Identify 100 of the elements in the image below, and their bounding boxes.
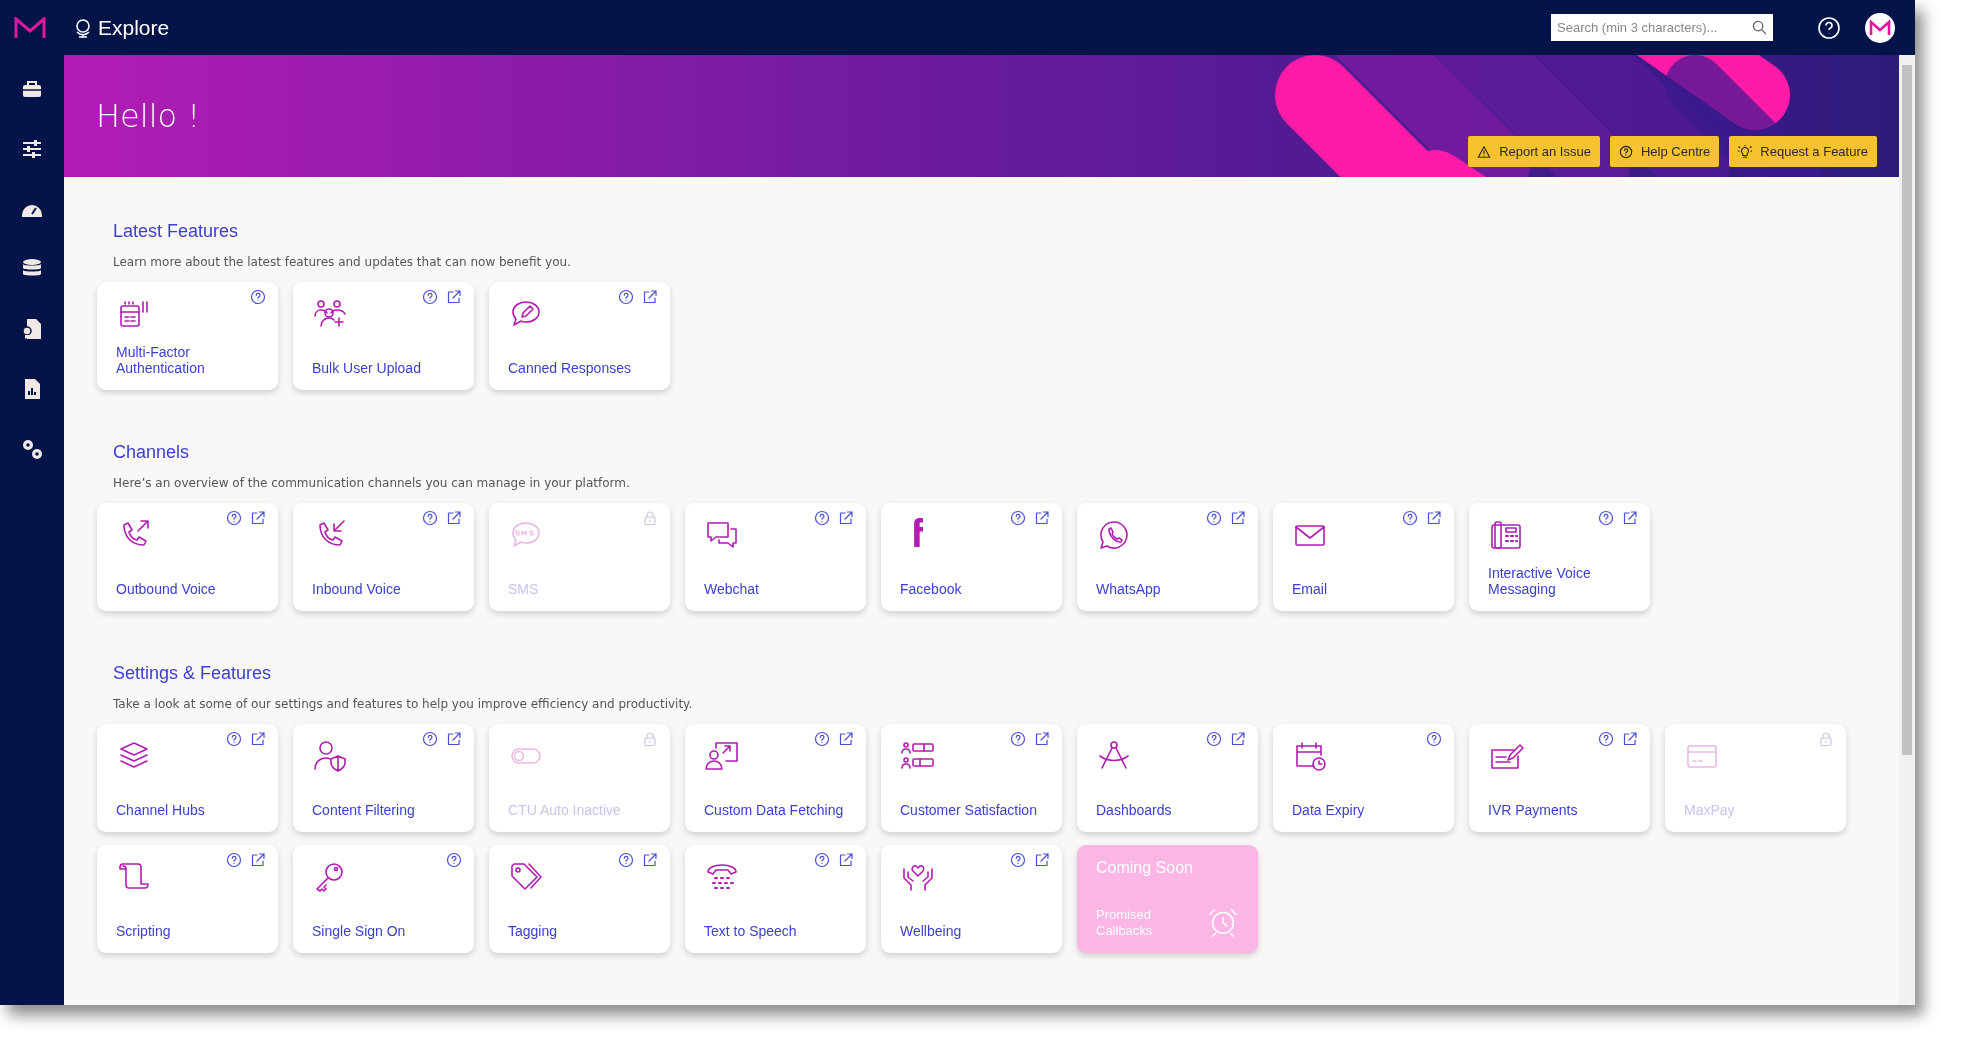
- external-link-icon[interactable]: [250, 731, 266, 747]
- feature-card[interactable]: IVR Payments: [1469, 724, 1650, 832]
- help-icon[interactable]: [1010, 852, 1026, 868]
- external-link-icon[interactable]: [838, 852, 854, 868]
- feature-card[interactable]: Multi-Factor Authentication: [97, 282, 278, 390]
- help-icon[interactable]: [226, 510, 242, 526]
- feature-label: Multi-Factor Authentication: [116, 344, 206, 376]
- banner-button[interactable]: Help Centre: [1609, 136, 1720, 167]
- external-link-icon[interactable]: [838, 510, 854, 526]
- feature-card[interactable]: Content Filtering: [293, 724, 474, 832]
- feature-card[interactable]: Tagging: [489, 845, 670, 953]
- feature-label: Dashboards: [1096, 802, 1173, 818]
- user-shield-icon: [312, 738, 348, 774]
- warning-icon: [1477, 144, 1492, 159]
- feature-card[interactable]: Text to Speech: [685, 845, 866, 953]
- external-link-icon[interactable]: [1622, 510, 1638, 526]
- feature-card[interactable]: WhatsApp: [1077, 503, 1258, 611]
- feature-label: Customer Satisfaction: [900, 802, 1038, 818]
- external-link-icon[interactable]: [1230, 510, 1246, 526]
- external-link-icon[interactable]: [1426, 510, 1442, 526]
- external-link-icon[interactable]: [1034, 852, 1050, 868]
- feature-card[interactable]: Scripting: [97, 845, 278, 953]
- feature-label: Text to Speech: [704, 923, 798, 939]
- help-icon[interactable]: [814, 731, 830, 747]
- feature-card[interactable]: Email: [1273, 503, 1454, 611]
- help-icon[interactable]: [1206, 731, 1222, 747]
- help-icon[interactable]: [1426, 731, 1442, 747]
- feature-card[interactable]: Wellbeing: [881, 845, 1062, 953]
- section-description: Take a look at some of our settings and features to help you improve efficiency and productivity.: [113, 697, 694, 711]
- external-link-icon[interactable]: [446, 731, 462, 747]
- section-description: Learn more about the latest features and updates that can now benefit you.: [113, 255, 572, 269]
- feature-label: Outbound Voice: [116, 581, 217, 597]
- section-title: Settings & Features: [113, 663, 273, 684]
- scrollbar[interactable]: [1899, 55, 1915, 1005]
- external-link-icon[interactable]: [838, 731, 854, 747]
- feature-card[interactable]: Custom Data Fetching: [685, 724, 866, 832]
- feature-card[interactable]: Channel Hubs: [97, 724, 278, 832]
- help-icon: [1618, 144, 1633, 159]
- external-link-icon[interactable]: [642, 289, 658, 305]
- external-link-icon[interactable]: [1034, 731, 1050, 747]
- feature-card[interactable]: Webchat: [685, 503, 866, 611]
- search-icon: [1752, 20, 1767, 35]
- help-icon[interactable]: [1010, 510, 1026, 526]
- feature-label: Inbound Voice: [312, 581, 402, 597]
- lightbulb-icon: [1738, 144, 1753, 159]
- feature-label: Single Sign On: [312, 923, 407, 939]
- feature-card[interactable]: Outbound Voice: [97, 503, 278, 611]
- feature-label: Promised Callbacks: [1096, 907, 1154, 939]
- coming-soon-label: Coming Soon: [1096, 859, 1194, 877]
- help-icon[interactable]: [226, 852, 242, 868]
- logo-icon[interactable]: [14, 16, 46, 39]
- feature-card[interactable]: Interactive Voice Messaging: [1469, 503, 1650, 611]
- help-icon[interactable]: [814, 510, 830, 526]
- help-icon[interactable]: [422, 289, 438, 305]
- feature-label: Tagging: [508, 923, 559, 939]
- facebook-icon: [911, 517, 925, 547]
- help-icon[interactable]: [1402, 510, 1418, 526]
- feature-label: Bulk User Upload: [312, 360, 422, 376]
- help-icon[interactable]: [422, 731, 438, 747]
- sliders-icon[interactable]: [20, 137, 44, 161]
- feature-card[interactable]: Inbound Voice: [293, 503, 474, 611]
- feature-card[interactable]: Canned Responses: [489, 282, 670, 390]
- banner-button[interactable]: Request a Feature: [1729, 136, 1877, 167]
- feature-label: SMS: [508, 581, 540, 597]
- help-icon[interactable]: [814, 852, 830, 868]
- avatar-icon[interactable]: [1865, 12, 1895, 43]
- help-icon[interactable]: [1206, 510, 1222, 526]
- feature-card[interactable]: Dashboards: [1077, 724, 1258, 832]
- external-link-icon[interactable]: [642, 852, 658, 868]
- help-icon[interactable]: [446, 852, 462, 868]
- help-icon[interactable]: [1598, 510, 1614, 526]
- feature-label: Email: [1292, 581, 1328, 597]
- external-link-icon[interactable]: [446, 289, 462, 305]
- external-link-icon[interactable]: [250, 852, 266, 868]
- help-icon[interactable]: [422, 510, 438, 526]
- help-icon[interactable]: [1598, 731, 1614, 747]
- feature-label: Custom Data Fetching: [704, 802, 845, 818]
- external-link-icon[interactable]: [1622, 731, 1638, 747]
- feature-card[interactable]: Bulk User Upload: [293, 282, 474, 390]
- external-link-icon[interactable]: [1034, 510, 1050, 526]
- help-icon[interactable]: [618, 852, 634, 868]
- globe-icon: [74, 17, 92, 38]
- search-field[interactable]: Search (min 3 characters)...: [1551, 14, 1773, 41]
- external-link-icon[interactable]: [446, 510, 462, 526]
- external-link-icon[interactable]: [250, 510, 266, 526]
- feature-card[interactable]: Single Sign On: [293, 845, 474, 953]
- feature-label: MaxPay: [1684, 802, 1736, 818]
- help-icon[interactable]: [1010, 731, 1026, 747]
- feature-card[interactable]: Facebook: [881, 503, 1062, 611]
- banner-button[interactable]: Report an Issue: [1468, 136, 1600, 167]
- help-icon[interactable]: [226, 731, 242, 747]
- feature-label: Interactive Voice Messaging: [1488, 565, 1592, 597]
- feature-label: Facebook: [900, 581, 963, 597]
- greeting: Hello !: [96, 97, 201, 135]
- certificate-icon[interactable]: [20, 317, 44, 341]
- help-icon[interactable]: [618, 289, 634, 305]
- feature-card[interactable]: Data Expiry: [1273, 724, 1454, 832]
- feature-card[interactable]: Customer Satisfaction: [881, 724, 1062, 832]
- external-link-icon[interactable]: [1230, 731, 1246, 747]
- help-icon[interactable]: [250, 289, 266, 305]
